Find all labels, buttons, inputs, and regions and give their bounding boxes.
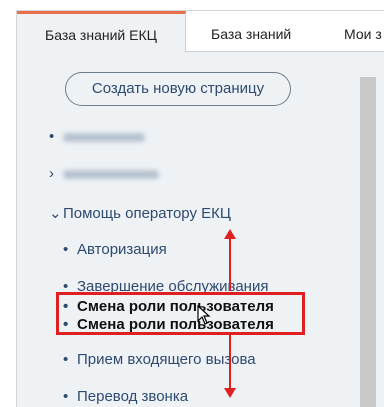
tab-bar: База знаний ЕКЦ База знаний Мои з	[17, 11, 384, 53]
bullet-icon: •	[49, 128, 55, 145]
drag-arrow-line-top	[229, 238, 231, 291]
tree-item-authorization[interactable]: • Авторизация	[63, 241, 167, 258]
chevron-down-icon[interactable]: ⌄	[49, 204, 63, 222]
bullet-icon: •	[63, 241, 69, 258]
tree-item-blurred-1[interactable]: •	[49, 128, 145, 145]
tree-section-operator-help[interactable]: ⌄Помощь оператору ЕКЦ	[49, 204, 231, 222]
scrollbar[interactable]	[360, 77, 376, 407]
section-label: Помощь оператору ЕКЦ	[63, 205, 231, 222]
highlight-box	[56, 292, 305, 335]
chevron-right-icon[interactable]: ›	[49, 165, 63, 182]
drag-arrow-down-icon	[224, 388, 236, 398]
knowledge-base-panel: База знаний ЕКЦ База знаний Мои з Создат…	[16, 10, 384, 407]
tree-item-blurred-2[interactable]: ›	[49, 165, 159, 182]
bullet-icon: •	[63, 388, 69, 405]
bullet-icon: •	[63, 351, 69, 368]
tree-item-incoming-call[interactable]: • Прием входящего вызова	[63, 351, 256, 368]
drag-arrow-line-bottom	[229, 334, 231, 389]
tab-my[interactable]: Мои з	[344, 11, 382, 51]
mouse-cursor-icon	[197, 305, 211, 325]
item-label: Авторизация	[77, 241, 167, 258]
tab-knowledge-base[interactable]: База знаний	[211, 11, 291, 51]
blurred-label	[63, 132, 145, 142]
blurred-label	[63, 169, 159, 179]
item-label: Перевод звонка	[77, 388, 189, 405]
tree-item-call-transfer[interactable]: • Перевод звонка	[63, 388, 188, 405]
tab-ekc-knowledge-base[interactable]: База знаний ЕКЦ	[17, 11, 186, 53]
create-page-button[interactable]: Создать новую страницу	[65, 72, 291, 106]
